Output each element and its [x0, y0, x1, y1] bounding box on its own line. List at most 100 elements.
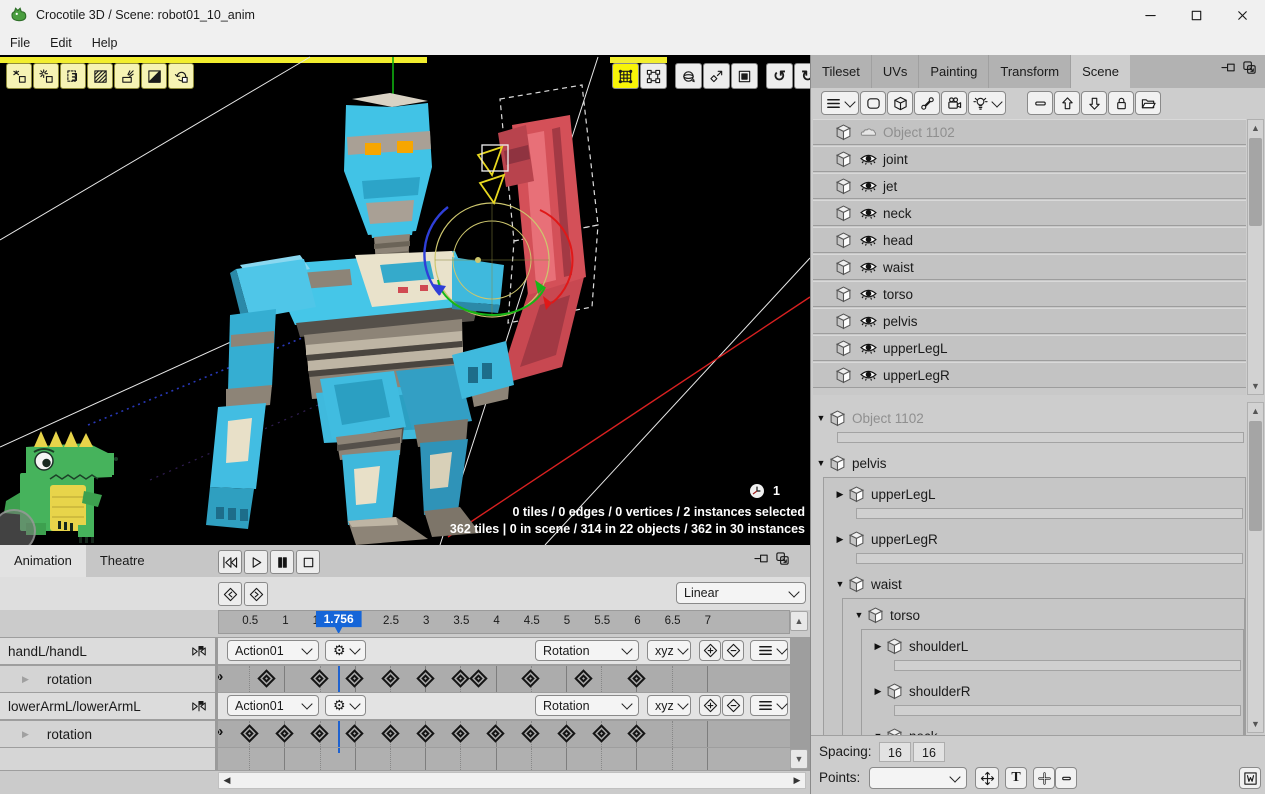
tree-collapse-icon[interactable]: ▶ [870, 686, 886, 697]
object-row-neck[interactable]: neck [813, 200, 1246, 226]
keyframe-diamond[interactable] [381, 669, 399, 687]
play-icon[interactable] [244, 550, 268, 574]
tree-item-torso[interactable]: ▼torso [851, 603, 1244, 627]
disclosure-arrow-icon[interactable]: ▶ [22, 674, 29, 685]
object-row-waist[interactable]: waist [813, 254, 1246, 280]
track-start-marker[interactable]: » [218, 723, 223, 740]
eye-icon[interactable] [860, 153, 877, 166]
current-time-badge[interactable]: 1.756 [316, 611, 362, 634]
keyframe-diamond[interactable] [592, 724, 610, 742]
object-row-joint[interactable]: joint [813, 146, 1246, 172]
tree-item-waist[interactable]: ▼waist [832, 572, 1245, 596]
eye-icon[interactable] [860, 234, 877, 247]
scroll-down-icon[interactable]: ▼ [1248, 378, 1263, 394]
pattern-fill-icon[interactable] [87, 63, 113, 89]
tree-collapse-icon[interactable]: ▶ [870, 641, 886, 652]
tree-collapse-icon[interactable]: ▶ [832, 489, 848, 500]
menu-item-help[interactable]: Help [82, 36, 128, 50]
vertex-light-icon[interactable] [33, 63, 59, 89]
popout-panel-icon[interactable] [775, 551, 790, 566]
skip-start-icon[interactable] [218, 550, 242, 574]
tab-uvs[interactable]: UVs [872, 55, 920, 88]
scroll-right-icon[interactable]: ▶ [789, 773, 805, 788]
tab-animation[interactable]: Animation [0, 545, 86, 577]
stop-icon[interactable] [296, 550, 320, 574]
keyframe-prev-icon[interactable] [218, 582, 242, 606]
eye-icon[interactable] [860, 261, 877, 274]
keyframe-diamond[interactable] [346, 724, 364, 742]
object-row-torso[interactable]: torso [813, 281, 1246, 307]
interpolation-select[interactable]: Linear [676, 582, 806, 604]
track-property-row[interactable]: ▶ rotation [0, 721, 215, 747]
pose-flag-icon[interactable] [191, 699, 207, 713]
eye-icon[interactable] [860, 315, 877, 328]
gear-options-select[interactable]: ⚙ [325, 695, 366, 716]
tree-expand-icon[interactable]: ▼ [813, 413, 829, 423]
keyframe-add-icon[interactable] [699, 695, 721, 716]
pose-flag-icon[interactable] [191, 644, 207, 658]
menu-item-file[interactable]: File [0, 36, 40, 50]
tree-scrollbar[interactable]: ▲ ▼ [1247, 402, 1264, 733]
object-row-pelvis[interactable]: pelvis [813, 308, 1246, 334]
orbit-gizmo-icon[interactable] [675, 63, 702, 89]
track-label-row[interactable]: handL/handL [0, 638, 215, 664]
grid-snap-icon[interactable] [612, 63, 639, 89]
gear-options-select[interactable]: ⚙ [325, 640, 366, 661]
keyframe-diamond[interactable] [310, 669, 328, 687]
axes-select[interactable]: xyz [647, 695, 691, 716]
keyframe-diamond[interactable] [416, 669, 434, 687]
keyframe-diamond[interactable] [240, 724, 258, 742]
close-button[interactable] [1219, 0, 1265, 30]
keyframe-diamond[interactable] [310, 724, 328, 742]
lock-icon[interactable] [1108, 91, 1134, 115]
track-label-row[interactable]: lowerArmL/lowerArmL [0, 693, 215, 719]
object-row-object-1102[interactable]: Object 1102 [813, 119, 1246, 145]
menu-icon[interactable] [821, 91, 859, 115]
scroll-down-icon[interactable]: ▼ [1248, 716, 1263, 732]
keyframe-diamond[interactable] [486, 724, 504, 742]
timeline-scroll-up[interactable]: ▲ [790, 611, 808, 631]
arrow-up-icon[interactable] [1054, 91, 1080, 115]
maximize-button[interactable] [1173, 0, 1219, 30]
light-icon[interactable] [968, 91, 1006, 115]
keyframe-diamond[interactable] [381, 724, 399, 742]
paint-burst-icon[interactable] [114, 63, 140, 89]
tree-collapse-icon[interactable]: ▶ [832, 534, 848, 545]
tree-item-shoulderr[interactable]: ▶shoulderR [870, 679, 1243, 703]
scale-gizmo-icon[interactable] [703, 63, 730, 89]
eye-icon[interactable] [860, 288, 877, 301]
shade-tile-icon[interactable] [141, 63, 167, 89]
keyframe-diamond[interactable] [627, 724, 645, 742]
keyframe-diamond[interactable] [346, 669, 364, 687]
timeline-h-scrollbar[interactable]: ◀ ▶ [218, 772, 806, 789]
draw-tile-icon[interactable] [6, 63, 32, 89]
keyframe-diamond[interactable] [627, 669, 645, 687]
prefab-stamp-icon[interactable] [60, 63, 86, 89]
folder-icon[interactable] [1135, 91, 1161, 115]
eye-icon[interactable] [860, 180, 877, 193]
scroll-left-icon[interactable]: ◀ [219, 773, 235, 788]
playhead-line[interactable] [338, 721, 340, 747]
menu-item-edit[interactable]: Edit [40, 36, 82, 50]
keyframe-diamond[interactable] [469, 669, 487, 687]
keyframe-diamond[interactable] [522, 724, 540, 742]
object-list-scrollbar[interactable]: ▲ ▼ [1247, 119, 1264, 395]
undo-icon[interactable]: ↺ [766, 63, 793, 89]
action-select[interactable]: Action01 [227, 695, 319, 716]
tab-transform[interactable]: Transform [989, 55, 1071, 88]
wrap-icon[interactable] [1239, 767, 1261, 789]
text-tool-icon[interactable]: T [1005, 767, 1027, 789]
eye-icon[interactable] [860, 369, 877, 382]
camera-icon[interactable] [941, 91, 967, 115]
pause-icon[interactable] [270, 550, 294, 574]
eye-icon[interactable] [860, 342, 877, 355]
scrollbar-thumb[interactable] [1249, 138, 1262, 226]
spacing-x-input[interactable]: 16 [879, 742, 911, 762]
spacing-y-input[interactable]: 16 [913, 742, 945, 762]
fill-square-icon[interactable] [731, 63, 758, 89]
tree-item-neck[interactable]: ▼neck [870, 724, 1243, 735]
object-row-head[interactable]: head [813, 227, 1246, 253]
tree-expand-icon[interactable]: ▼ [832, 579, 848, 589]
viewport-3d[interactable]: ↺↻ 1 0 tiles / 0 edges / 0 vertices / 2 … [0, 55, 810, 545]
arrow-down-icon[interactable] [1081, 91, 1107, 115]
